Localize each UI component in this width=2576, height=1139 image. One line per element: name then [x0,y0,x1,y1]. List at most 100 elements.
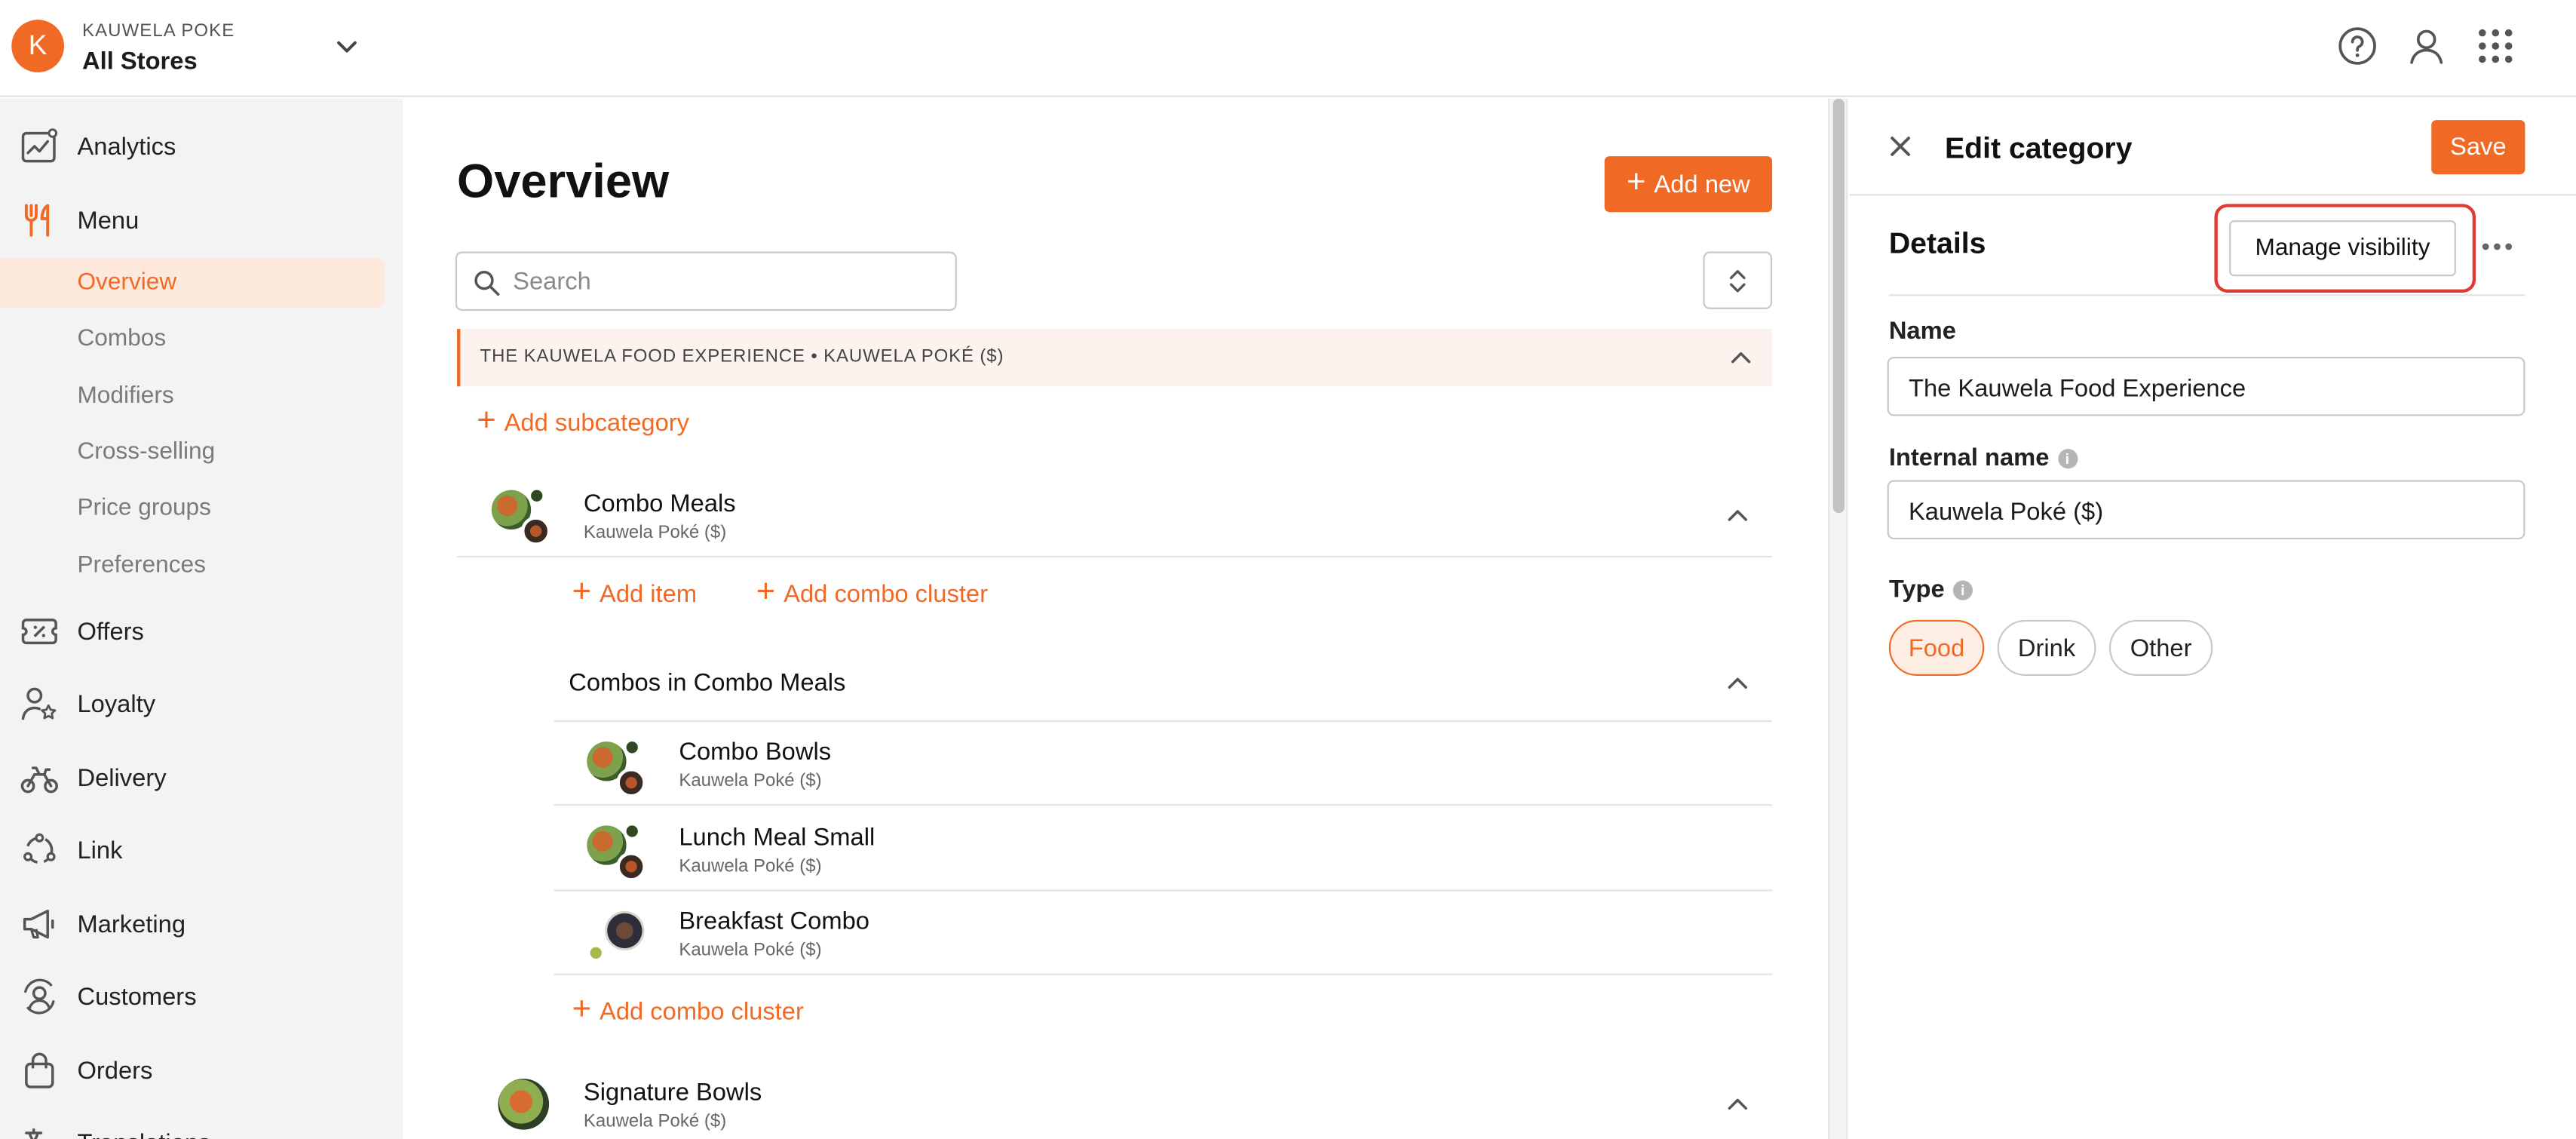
plus-icon: + [1627,164,1646,201]
brand-name: KAUWELA POKE [82,21,235,41]
sidebar-item-menu[interactable]: Menu [0,191,403,250]
signature-bowls-subtitle: Kauwela Poké ($) [583,1111,727,1131]
type-option-drink[interactable]: Drink [1997,619,2096,676]
add-combo-cluster-label: Add combo cluster [784,579,989,608]
type-option-food[interactable]: Food [1888,619,1985,676]
sidebar-item-loyalty[interactable]: Loyalty [0,674,403,733]
sidebar-subitem-price-groups[interactable]: Price groups [0,484,385,533]
panel-title: Edit category [1944,131,2133,164]
divider [554,720,1773,723]
save-button[interactable]: Save [2431,120,2525,175]
combos-section-header: Combos in Combo Meals [569,669,846,698]
combo-bowls-thumbnail [587,738,652,798]
chevron-up-icon[interactable] [1726,1095,1750,1112]
main-content: Overview + Add new THE KAUWELA FOOD EXPE… [404,98,1829,1139]
combo-subtitle: Kauwela Poké ($) [679,771,822,791]
add-item-link[interactable]: + Add item [572,576,697,609]
sidebar-item-analytics[interactable]: Analytics [0,117,403,176]
type-label-text: Type [1888,576,1945,604]
add-combo-cluster-link[interactable]: + Add combo cluster [756,576,989,609]
sidebar-item-delivery[interactable]: Delivery [0,748,403,807]
category-header-label: THE KAUWELA FOOD EXPERIENCE • KAUWELA PO… [480,346,1004,367]
sidebar-item-orders[interactable]: Orders [0,1041,403,1100]
signature-bowls-title[interactable]: Signature Bowls [584,1079,762,1107]
combo-title[interactable]: Breakfast Combo [679,907,869,935]
top-bar: K KAUWELA POKE All Stores [0,0,2576,97]
info-icon[interactable]: i [2057,448,2078,468]
type-option-other[interactable]: Other [2108,619,2213,676]
customers-icon [24,978,55,1015]
sidebar-item-marketing[interactable]: Marketing [0,895,403,953]
internal-name-label-text: Internal name [1888,444,2050,472]
sidebar-item-offers[interactable]: Offers [0,602,403,661]
sidebar-subitem-cross-selling[interactable]: Cross-selling [0,428,385,477]
internal-name-input[interactable] [1908,495,2501,528]
sidebar-item-label: Offers [77,617,144,646]
chevron-up-icon[interactable] [1726,506,1750,523]
sidebar-subitem-preferences[interactable]: Preferences [0,541,385,590]
info-icon[interactable]: i [1952,579,1973,600]
brand-avatar[interactable]: K [11,20,65,72]
add-new-label: Add new [1654,170,1750,198]
analytics-icon [21,128,58,163]
scrollbar-thumb[interactable] [1832,98,1845,514]
sidebar-subitem-overview[interactable]: Overview [0,258,385,308]
divider [1888,294,2525,296]
combo-meals-title[interactable]: Combo Meals [584,490,736,518]
chevron-up-icon[interactable] [1729,348,1753,365]
sidebar-item-label: Link [77,836,123,864]
sidebar-item-translations[interactable]: Translations [0,1113,403,1139]
sidebar-subitem-modifiers[interactable]: Modifiers [0,372,385,421]
sidebar-subitem-combos[interactable]: Combos [0,314,385,363]
sidebar-item-label: Menu [77,206,140,235]
divider [554,804,1773,806]
combo-title[interactable]: Combo Bowls [679,738,831,766]
add-subcategory-label: Add subcategory [504,408,689,437]
internal-name-field [1887,480,2525,540]
help-icon[interactable] [2336,25,2379,68]
user-icon[interactable] [2405,25,2448,68]
internal-name-label: Internal name i [1889,444,2078,472]
name-input[interactable] [1908,371,2501,405]
sidebar-subitem-label: Preferences [77,552,206,579]
apps-grid-icon[interactable] [2474,25,2517,68]
add-combo-cluster-link[interactable]: + Add combo cluster [572,991,804,1028]
combo-subtitle: Kauwela Poké ($) [679,856,822,877]
edit-category-panel: Edit category Save Details Manage visibi… [1849,98,2576,1139]
details-title: Details [1888,226,1986,260]
more-options-icon[interactable] [2481,234,2514,260]
sidebar-item-link[interactable]: Link [0,821,403,880]
chevron-up-icon[interactable] [1726,674,1750,691]
sidebar-item-label: Marketing [77,910,186,938]
sidebar-item-label: Customers [77,982,197,1011]
delivery-bike-icon [20,766,58,794]
sidebar-subitem-label: Price groups [77,495,211,522]
plus-icon: + [477,403,496,440]
search-input[interactable] [513,262,940,299]
main-scrollbar[interactable] [1828,98,1848,1139]
loyalty-person-star-icon [21,687,57,720]
combo-meals-subtitle: Kauwela Poké ($) [583,523,727,543]
name-label: Name [1889,318,1956,345]
sidebar-item-label: Loyalty [77,689,156,718]
add-subcategory-link[interactable]: + Add subcategory [477,404,689,437]
add-combo-cluster-label: Add combo cluster [600,997,804,1026]
combo-title[interactable]: Lunch Meal Small [679,824,875,852]
expand-collapse-button[interactable] [1703,251,1773,309]
close-icon[interactable] [1888,134,1914,160]
sidebar-subitem-label: Cross-selling [77,439,216,465]
sidebar-item-customers[interactable]: Customers [0,967,403,1026]
combo-subtitle: Kauwela Poké ($) [679,940,822,961]
store-selector-label[interactable]: All Stores [82,48,198,75]
plus-icon: + [572,991,592,1028]
add-new-button[interactable]: + Add new [1604,156,1773,213]
search-icon [474,271,500,296]
type-label: Type i [1889,576,1973,603]
manage-visibility-button[interactable]: Manage visibility [2229,220,2456,277]
sidebar-item-label: Translations [77,1129,210,1139]
chevron-down-icon[interactable] [332,31,361,60]
category-header[interactable]: THE KAUWELA FOOD EXPERIENCE • KAUWELA PO… [457,329,1773,387]
search-box [455,251,957,312]
combo-meals-thumbnail [491,487,557,546]
translations-icon [25,1128,43,1139]
